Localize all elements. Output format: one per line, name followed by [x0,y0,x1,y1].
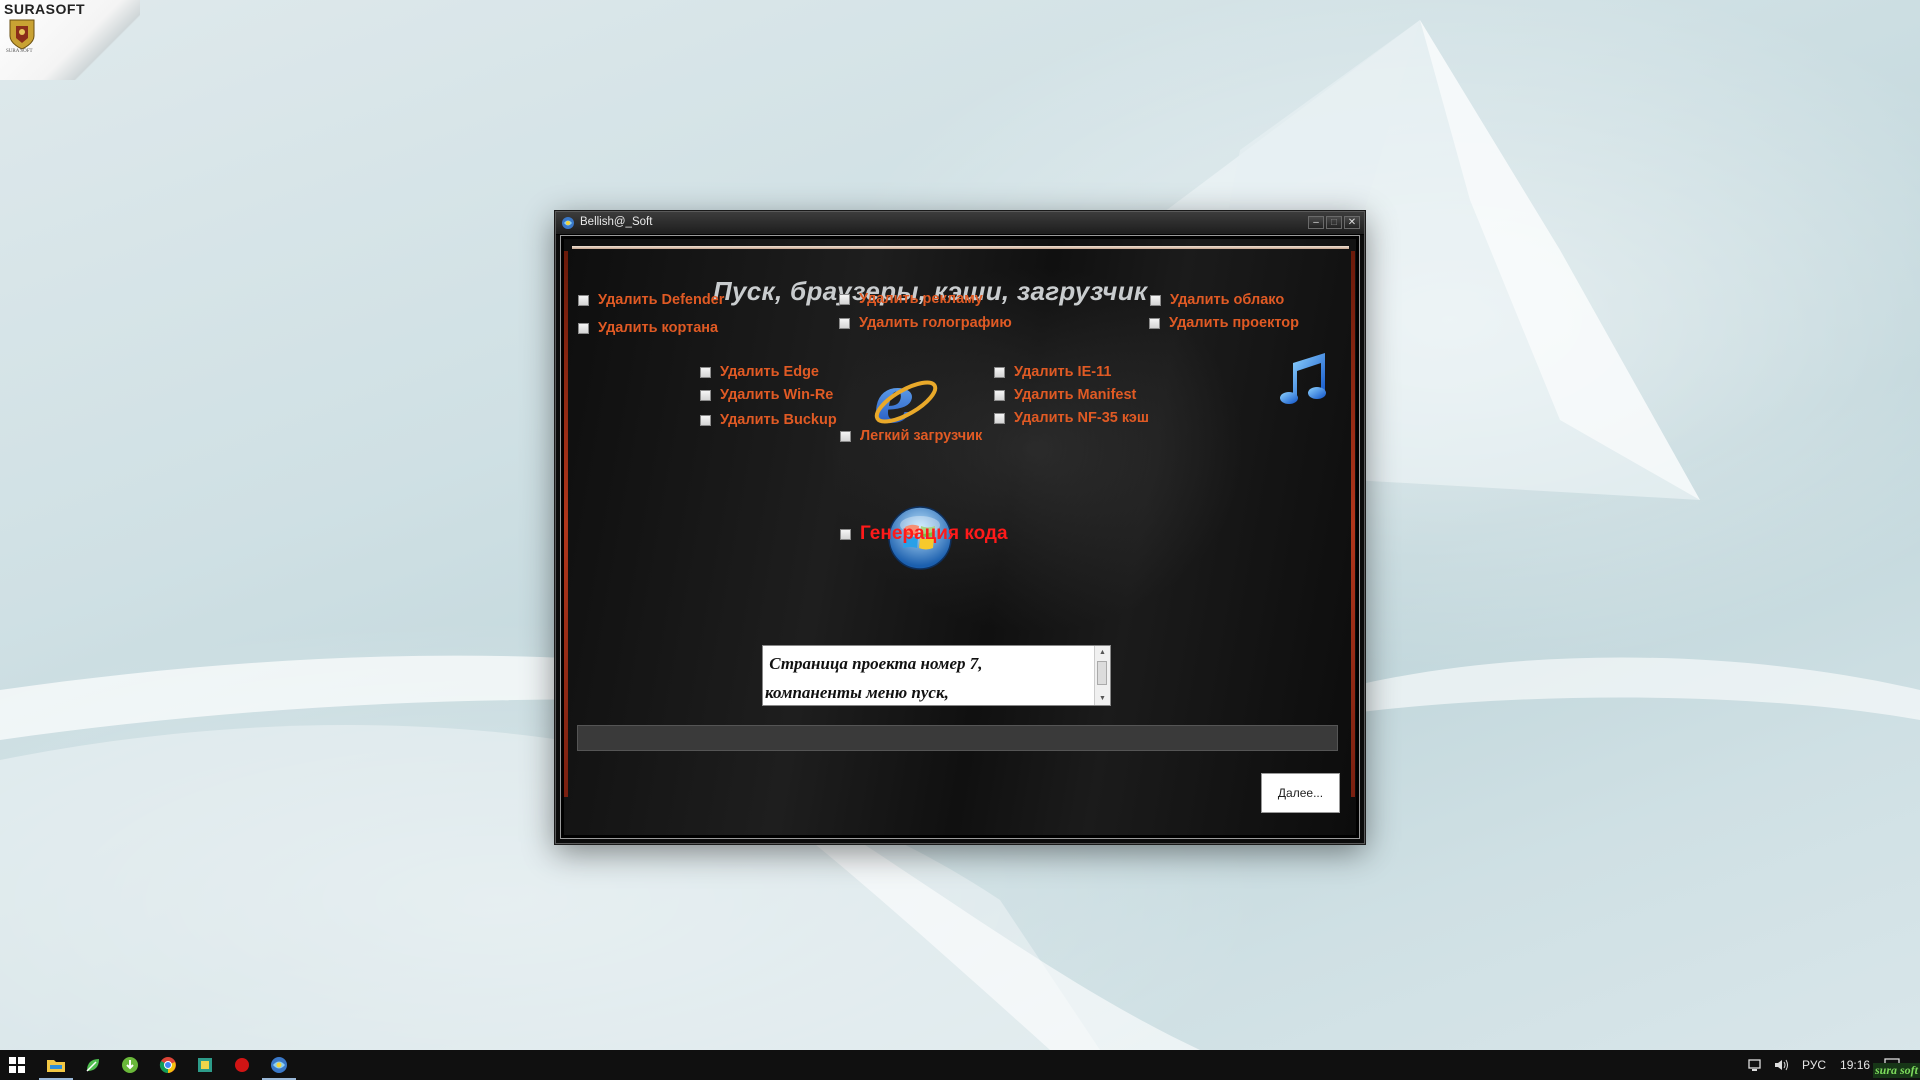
folder-icon [47,1060,65,1072]
option-defender[interactable]: Удалить Defender [578,291,724,309]
windows-start-icon [9,1057,25,1073]
torrent-icon [122,1057,138,1073]
taskbar-chrome[interactable] [157,1054,179,1076]
bellish-app-icon [271,1057,287,1073]
option-loader[interactable]: Легкий загрузчик [840,427,982,445]
start-button[interactable] [6,1054,28,1076]
chrome-icon [159,1057,176,1074]
checkbox[interactable] [994,366,1005,378]
option-label: Генерация кода [860,523,1008,544]
window-frame: Пуск, браузеры, кэши, загрузчик Удалить … [560,235,1360,839]
option-label: Удалить голографию [859,315,1012,331]
option-ie11[interactable]: Удалить IE-11 [994,363,1111,381]
maximize-button[interactable]: □ [1326,216,1342,229]
logo-text: SURASOFT [4,1,85,17]
checkbox[interactable] [1149,317,1160,329]
option-label: Удалить проектор [1169,315,1299,331]
checkbox[interactable] [700,414,711,426]
checkbox[interactable] [840,528,851,540]
checkbox[interactable] [840,430,851,442]
close-button[interactable]: ✕ [1344,216,1360,229]
option-edge[interactable]: Удалить Edge [700,363,819,381]
network-icon[interactable] [1748,1058,1764,1072]
option-label: Удалить облако [1170,292,1285,308]
internet-explorer-icon: e [874,364,938,436]
taskbar-recorder[interactable] [231,1054,253,1076]
left-accent-bar [564,251,568,797]
taskbar-app-5[interactable] [194,1054,216,1076]
checkbox[interactable] [578,322,589,334]
checkbox[interactable] [994,412,1005,424]
taskbar-app-2[interactable] [82,1054,104,1076]
svg-text:e: e [874,364,915,436]
description-text: Страница проекта номер 7, компаненты мен… [765,654,983,702]
right-accent-bar [1351,251,1355,797]
option-label: Удалить Manifest [1014,387,1137,403]
option-label: Удалить рекламу [859,291,983,307]
scroll-up-arrow-icon[interactable]: ▲ [1095,646,1110,659]
checkbox[interactable] [1150,294,1161,306]
option-label: Удалить NF-35 кэш [1014,410,1150,426]
surasoft-corner-logo: SURASOFT SURA SOFT [0,0,140,80]
textbox-scrollbar[interactable]: ▲ ▼ [1094,646,1110,705]
option-nf35[interactable]: Удалить NF-35 кэш [994,409,1149,427]
minimize-button[interactable]: – [1308,216,1324,229]
option-cortana[interactable]: Удалить кортана [578,319,718,337]
record-icon [235,1058,249,1072]
volume-icon[interactable] [1774,1058,1790,1072]
surasoft-stamp: sura soft [1872,1063,1920,1078]
description-textbox[interactable]: Страница проекта номер 7, компаненты мен… [762,645,1111,706]
music-note-icon [1280,353,1326,404]
option-codegen[interactable]: Генерация кода [840,523,1008,544]
option-label: Удалить Edge [720,364,819,380]
option-label: Удалить Buckup [720,412,837,428]
option-cloud[interactable]: Удалить облако [1150,291,1284,309]
leaf-app-icon [86,1059,99,1072]
language-indicator[interactable]: РУС [1802,1058,1826,1072]
client-area: Пуск, браузеры, кэши, загрузчик Удалить … [564,239,1356,835]
option-backup[interactable]: Удалить Buckup [700,411,837,429]
window-title: Bellish@_Soft [580,216,653,228]
title-bar[interactable]: Bellish@_Soft – □ ✕ [556,212,1364,235]
top-divider [572,246,1349,249]
option-winre[interactable]: Удалить Win-Re [700,386,833,404]
checkbox[interactable] [578,294,589,306]
box-app-icon [198,1058,212,1072]
app-icon [562,217,574,229]
app-window: Bellish@_Soft – □ ✕ Пуск, браузеры, кэши… [555,211,1365,844]
option-label: Удалить кортана [598,320,719,336]
crest-icon [9,19,35,50]
taskbar-app-3[interactable] [119,1054,141,1076]
scroll-thumb[interactable] [1097,661,1107,685]
option-label: Удалить Defender [598,292,725,308]
checkbox[interactable] [994,389,1005,401]
checkbox[interactable] [839,293,850,305]
taskbar: РУС 19:16 [0,1050,1920,1080]
option-label: Удалить IE-11 [1014,364,1112,380]
taskbar-file-explorer[interactable] [39,1054,73,1080]
taskbar-bellish-soft[interactable] [262,1054,296,1080]
logo-subtext: SURA SOFT [6,49,33,54]
scroll-down-arrow-icon[interactable]: ▼ [1095,692,1110,705]
option-projector[interactable]: Удалить проектор [1149,314,1299,332]
checkbox[interactable] [700,389,711,401]
option-holography[interactable]: Удалить голографию [839,314,1012,332]
option-manifest[interactable]: Удалить Manifest [994,386,1136,404]
checkbox[interactable] [839,317,850,329]
option-label: Удалить Win-Re [720,387,834,403]
progress-bar [577,725,1338,751]
next-button[interactable]: Далее... [1261,773,1340,813]
option-label: Легкий загрузчик [860,428,983,444]
checkbox[interactable] [700,366,711,378]
option-ads[interactable]: Удалить рекламу [839,290,983,308]
clock[interactable]: 19:16 [1840,1058,1870,1072]
